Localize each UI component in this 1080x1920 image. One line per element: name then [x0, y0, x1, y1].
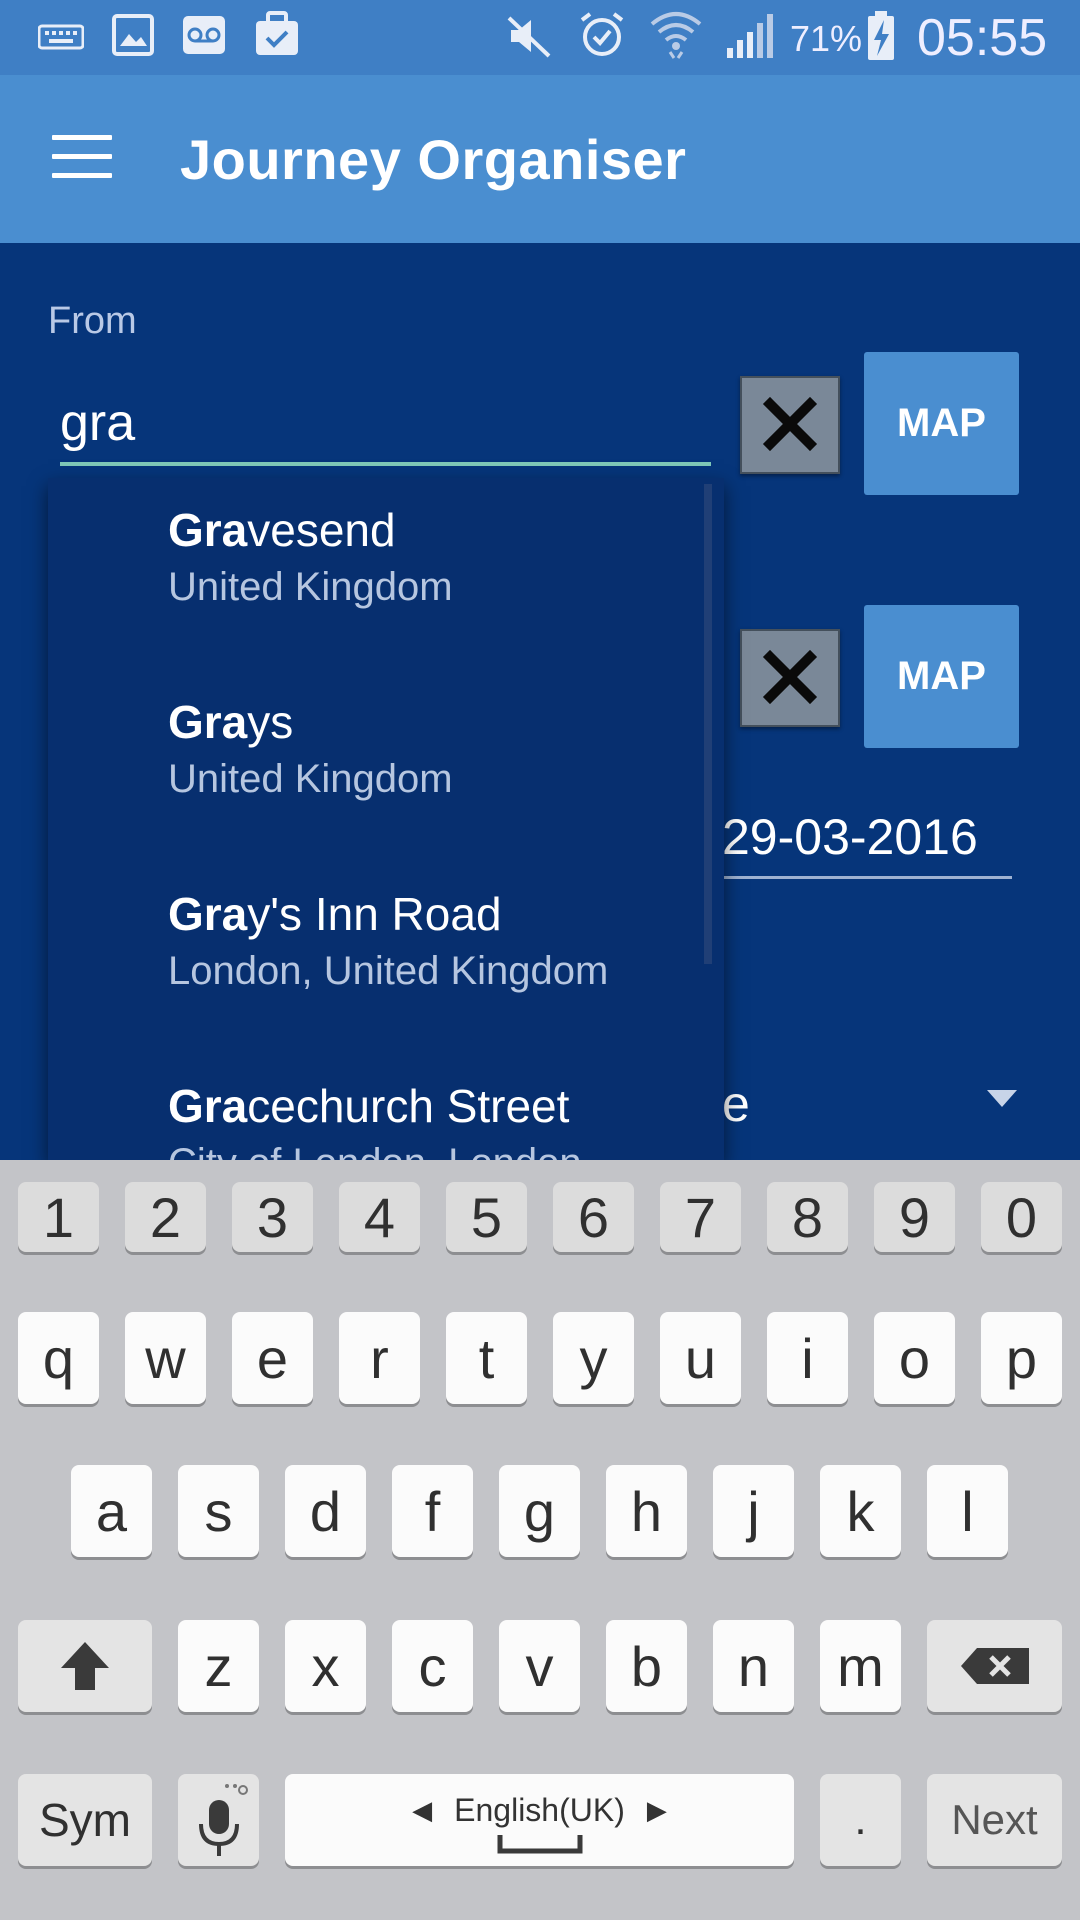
- from-input-underline: [60, 462, 711, 466]
- key-e[interactable]: e: [232, 1312, 313, 1404]
- page-title: Journey Organiser: [180, 128, 687, 191]
- shift-key[interactable]: [18, 1620, 152, 1712]
- key-n[interactable]: n: [713, 1620, 794, 1712]
- key-d[interactable]: d: [285, 1465, 366, 1557]
- date-field-underline: [722, 876, 1012, 879]
- key-k[interactable]: k: [820, 1465, 901, 1557]
- suggestion-item[interactable]: Gravesend United Kingdom: [168, 503, 453, 617]
- suggestion-item[interactable]: Gracechurch Street City of London, Londo…: [168, 1079, 582, 1160]
- keyboard-language-label: English(UK): [454, 1791, 625, 1828]
- key-p[interactable]: p: [981, 1312, 1062, 1404]
- signal-icon: [727, 14, 773, 58]
- status-clock: 05:55: [917, 9, 1048, 67]
- from-label: From: [48, 300, 137, 342]
- space-key[interactable]: ◀ English(UK) ▶: [285, 1774, 794, 1866]
- key-v[interactable]: v: [499, 1620, 580, 1712]
- key-2[interactable]: 2: [125, 1182, 206, 1252]
- suggestion-subtitle: London, United Kingdom: [168, 949, 609, 993]
- suggestion-rest: vesend: [247, 504, 396, 556]
- image-icon: [112, 14, 154, 56]
- briefcase-icon: [256, 11, 298, 55]
- suggestion-item[interactable]: Gray's Inn Road London, United Kingdom: [168, 887, 608, 1001]
- suggestion-match: Gra: [168, 504, 248, 556]
- key-4[interactable]: 4: [339, 1182, 420, 1252]
- sym-key[interactable]: Sym: [18, 1774, 152, 1866]
- key-a[interactable]: a: [71, 1465, 152, 1557]
- battery-charging-icon: [868, 11, 894, 60]
- soft-keyboard: 1 2 3 4 5 6 7 8 9 0 q w e r t y u i o p …: [0, 1160, 1080, 1920]
- key-9[interactable]: 9: [874, 1182, 955, 1252]
- mute-icon: [507, 16, 551, 58]
- space-bar-icon: [497, 1834, 582, 1853]
- key-1[interactable]: 1: [18, 1182, 99, 1252]
- close-icon: [762, 649, 818, 705]
- shift-arrow-icon: [61, 1642, 109, 1690]
- clear-from-button[interactable]: [740, 376, 840, 474]
- language-left-arrow-icon: ◀: [412, 1794, 433, 1825]
- battery-percent: 71%: [790, 18, 863, 59]
- key-3[interactable]: 3: [232, 1182, 313, 1252]
- suggestion-subtitle: United Kingdom: [168, 757, 453, 801]
- key-z[interactable]: z: [178, 1620, 259, 1712]
- key-8[interactable]: 8: [767, 1182, 848, 1252]
- wifi-icon: [650, 12, 702, 59]
- backspace-icon: [960, 1648, 1029, 1684]
- dropdown-scrollbar[interactable]: [704, 484, 712, 964]
- date-field[interactable]: 29-03-2016: [722, 808, 978, 866]
- voicemail-icon: [183, 16, 225, 54]
- suggestion-match: Gra: [168, 696, 248, 748]
- key-h[interactable]: h: [606, 1465, 687, 1557]
- status-bar: 71% 05:55: [0, 0, 1080, 75]
- key-x[interactable]: x: [285, 1620, 366, 1712]
- key-j[interactable]: j: [713, 1465, 794, 1557]
- key-7[interactable]: 7: [660, 1182, 741, 1252]
- suggestion-rest: cechurch Street: [247, 1080, 570, 1132]
- chevron-down-icon[interactable]: [987, 1090, 1017, 1107]
- key-y[interactable]: y: [553, 1312, 634, 1404]
- key-c[interactable]: c: [392, 1620, 473, 1712]
- option-select-value[interactable]: e: [722, 1075, 750, 1133]
- key-u[interactable]: u: [660, 1312, 741, 1404]
- key-o[interactable]: o: [874, 1312, 955, 1404]
- microphone-icon: [198, 1784, 248, 1856]
- next-key[interactable]: Next: [927, 1774, 1062, 1866]
- period-key[interactable]: .: [820, 1774, 901, 1866]
- clear-to-button[interactable]: [740, 629, 840, 727]
- suggestion-match: Gra: [168, 888, 248, 940]
- suggestion-item[interactable]: Grays United Kingdom: [168, 695, 453, 809]
- alarm-icon: [580, 12, 624, 56]
- key-g[interactable]: g: [499, 1465, 580, 1557]
- keyboard-icon: [38, 24, 84, 50]
- key-6[interactable]: 6: [553, 1182, 634, 1252]
- close-icon: [762, 396, 818, 452]
- from-input[interactable]: [60, 390, 710, 456]
- key-b[interactable]: b: [606, 1620, 687, 1712]
- key-s[interactable]: s: [178, 1465, 259, 1557]
- key-i[interactable]: i: [767, 1312, 848, 1404]
- hamburger-menu-icon[interactable]: [52, 135, 112, 183]
- key-w[interactable]: w: [125, 1312, 206, 1404]
- suggestion-subtitle: City of London, London: [168, 1133, 582, 1160]
- suggestion-dropdown: Gravesend United Kingdom Grays United Ki…: [48, 478, 724, 1160]
- key-l[interactable]: l: [927, 1465, 1008, 1557]
- map-from-button[interactable]: MAP: [864, 352, 1019, 495]
- key-t[interactable]: t: [446, 1312, 527, 1404]
- key-q[interactable]: q: [18, 1312, 99, 1404]
- backspace-key[interactable]: [927, 1620, 1062, 1712]
- key-r[interactable]: r: [339, 1312, 420, 1404]
- app-bar: Journey Organiser: [0, 75, 1080, 243]
- suggestion-subtitle: United Kingdom: [168, 565, 453, 609]
- suggestion-rest: y's Inn Road: [247, 888, 502, 940]
- suggestion-rest: ys: [247, 696, 294, 748]
- key-m[interactable]: m: [820, 1620, 901, 1712]
- map-to-button[interactable]: MAP: [864, 605, 1019, 748]
- suggestion-match: Gra: [168, 1080, 248, 1132]
- key-5[interactable]: 5: [446, 1182, 527, 1252]
- key-f[interactable]: f: [392, 1465, 473, 1557]
- language-right-arrow-icon: ▶: [646, 1794, 667, 1825]
- key-0[interactable]: 0: [981, 1182, 1062, 1252]
- voice-input-key[interactable]: [178, 1774, 259, 1866]
